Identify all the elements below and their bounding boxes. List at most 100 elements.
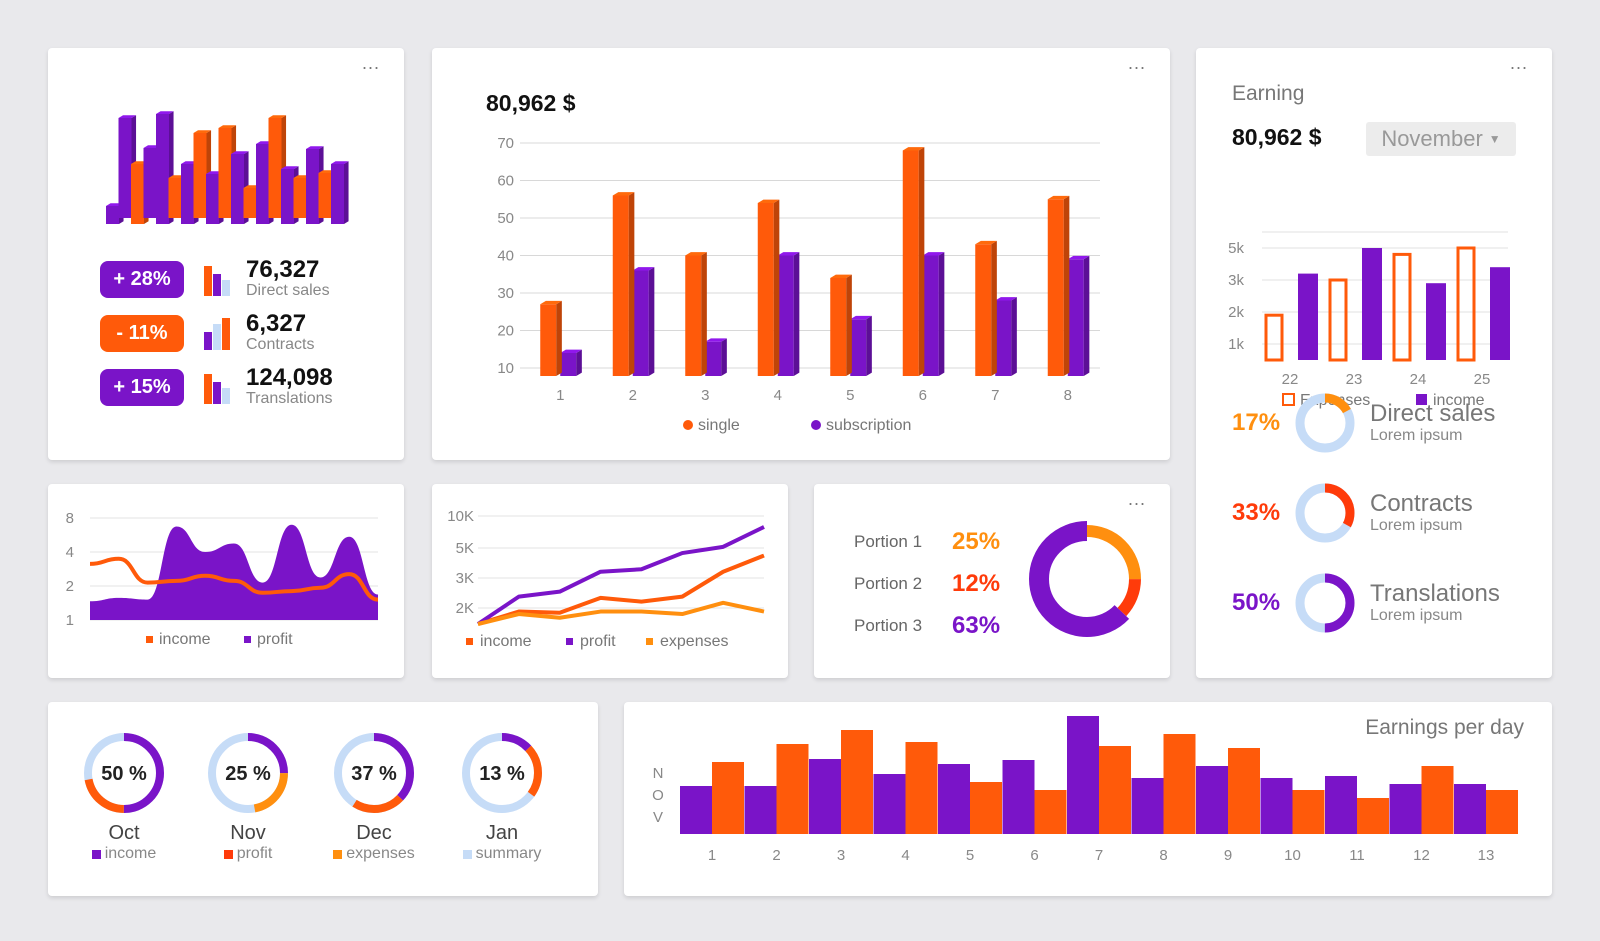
day-bar-purple xyxy=(938,764,970,834)
income-profit-area-card: 1 2 4 8 income profit xyxy=(48,484,404,678)
donut-ring-icon: 25 % xyxy=(208,733,288,813)
bar-single-side xyxy=(846,274,852,376)
illustration-bar-front xyxy=(268,118,282,218)
y-tick-label: 10K xyxy=(447,508,474,525)
x-tick-label: 23 xyxy=(1346,371,1363,388)
illustration-bar-front xyxy=(168,178,182,218)
day-bar-orange xyxy=(905,742,938,834)
more-menu-icon[interactable]: ... xyxy=(1128,490,1146,508)
y-tick-label: 3k xyxy=(1228,272,1244,289)
y-tick-label: 2 xyxy=(66,578,74,595)
ring-text: Direct sales Lorem ipsum xyxy=(1370,401,1495,445)
day-bar-orange xyxy=(776,744,809,834)
illustration-bar-front xyxy=(293,178,307,218)
bar-subscription-side xyxy=(576,349,582,376)
monthly-donuts-card: 50 % Oct income 25 % Nov profit 37 % Dec expense… xyxy=(48,702,598,896)
illustration-bar-front xyxy=(131,164,144,224)
month-donut: 25 % Nov profit xyxy=(198,728,298,863)
mini-bar-icon xyxy=(204,316,234,350)
month-donut: 13 % Jan summary xyxy=(452,728,552,863)
bar-subscription xyxy=(705,338,727,376)
x-tick-label: 3 xyxy=(837,847,845,864)
y-tick-label: 5K xyxy=(456,540,474,557)
legend-marker xyxy=(333,849,343,859)
illustration-bar-front xyxy=(243,188,257,218)
bar-single-front xyxy=(685,255,702,376)
ring-subtitle: Lorem ipsum xyxy=(1370,517,1463,534)
day-bar-purple xyxy=(1454,784,1486,834)
legend-label: summary xyxy=(475,845,542,862)
bar-single xyxy=(685,252,707,376)
bar-subscription-front xyxy=(777,255,794,376)
stat-row: + 15% 124,098 Translations xyxy=(100,366,333,408)
bar-single xyxy=(830,274,852,376)
donut-ring-icon: 50 % xyxy=(84,733,164,813)
month-dropdown[interactable]: November ▼ xyxy=(1366,122,1516,156)
illustration-bar-front xyxy=(193,133,207,218)
y-tick-label: 1 xyxy=(66,612,74,629)
mini-bar-icon-bar xyxy=(213,382,221,404)
x-tick-label: 24 xyxy=(1410,371,1427,388)
legend-label: income xyxy=(104,845,157,862)
stat-text: 124,098 Translations xyxy=(246,366,333,408)
illustration-bar-front xyxy=(143,148,157,218)
bar-income xyxy=(1298,273,1318,360)
legend-profit-marker xyxy=(244,636,251,643)
portion-label: Portion 1 xyxy=(854,532,923,551)
bar-subscription xyxy=(777,252,800,376)
day-bar-purple xyxy=(1131,778,1164,834)
isometric-bar-illustration xyxy=(106,111,349,224)
legend-profit: profit xyxy=(580,633,616,650)
ring-subtitle: Lorem ipsum xyxy=(1370,427,1463,444)
illustration-bar-front xyxy=(256,144,269,224)
x-tick-label: 1 xyxy=(708,847,716,864)
day-bar-purple xyxy=(1389,784,1422,834)
x-tick-label: 3 xyxy=(701,387,709,404)
ring-text: Translations Lorem ipsum xyxy=(1370,581,1500,625)
side-month-letter: V xyxy=(653,809,663,826)
stat-text: 76,327 Direct sales xyxy=(246,258,330,300)
legend-subscription: subscription xyxy=(826,417,911,434)
ring-progress-icon xyxy=(1295,483,1355,543)
x-tick-label: 2 xyxy=(772,847,780,864)
mini-bar-icon-bar xyxy=(222,280,230,296)
day-bar-purple xyxy=(1196,766,1228,834)
donut-month: Oct xyxy=(108,822,140,844)
income-profit-expenses-line-chart: 2K 3K 5K 10K income profit expenses xyxy=(447,508,765,650)
bar-subscription-side xyxy=(866,315,872,376)
earnings-per-day-card: Earnings per day N O V 1 2 3 4 5 6 7 8 9 10 11 12 13 xyxy=(624,702,1552,896)
bar-single xyxy=(757,199,780,376)
income-profit-area-chart: 1 2 4 8 income profit xyxy=(66,510,379,648)
bar-single-side xyxy=(701,252,707,376)
y-tick-label: 4 xyxy=(66,544,74,561)
bar-single xyxy=(612,192,635,376)
portion-row: Portion 1 25% xyxy=(854,528,1000,556)
ring-name: Contracts xyxy=(1370,490,1473,517)
bar-subscription xyxy=(560,349,582,376)
day-bar-purple xyxy=(1260,778,1293,834)
mini-bar-icon-bar xyxy=(204,332,212,350)
day-bar-purple xyxy=(809,759,841,834)
bar-single-side xyxy=(628,192,635,376)
x-tick-label: 9 xyxy=(1224,847,1232,864)
change-badge: + 15% xyxy=(100,368,184,406)
bar-subscription xyxy=(850,315,872,376)
legend-income: income xyxy=(159,631,211,648)
bar-subscription-side xyxy=(1011,297,1017,376)
donut-ring-icon: 37 % xyxy=(334,733,414,813)
x-tick-label: 25 xyxy=(1474,371,1491,388)
ring-row: 50% Translations Lorem ipsum xyxy=(1232,570,1500,636)
bar-subscription xyxy=(922,252,945,376)
more-menu-icon[interactable]: ... xyxy=(1510,54,1528,72)
earning-total: 80,962 $ xyxy=(1232,124,1322,150)
bar-subscription-front xyxy=(850,319,867,376)
x-tick-label: 8 xyxy=(1159,847,1167,864)
line-chart-card: 2K 3K 5K 10K income profit expenses xyxy=(432,484,788,678)
legend-single: single xyxy=(698,417,740,434)
portion-value: 25% xyxy=(952,528,1001,555)
bar-subscription xyxy=(632,267,655,376)
line-profit xyxy=(476,525,765,626)
legend-label: expenses xyxy=(346,845,415,862)
month-dropdown-value: November xyxy=(1381,126,1483,151)
bar-subscription-front xyxy=(922,255,939,376)
